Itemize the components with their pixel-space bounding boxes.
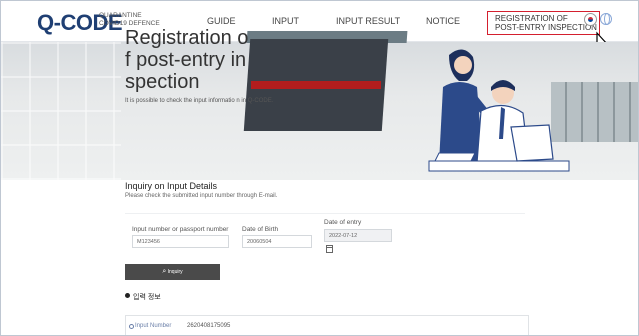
result-label: Input Number bbox=[135, 323, 172, 329]
inquiry-title: Inquiry on Input Details bbox=[125, 181, 218, 191]
result-box bbox=[125, 315, 529, 335]
inquiry-button[interactable]: ⌕ Inquiry bbox=[125, 264, 220, 280]
nav-input[interactable]: INPUT bbox=[272, 16, 299, 26]
date-of-birth-field[interactable]: 20060504 bbox=[242, 235, 312, 248]
page-title-line2: f post-entry in bbox=[125, 49, 247, 71]
page-title: Registration o f post-entry in spection bbox=[125, 27, 275, 93]
input-number-label: Input number or passport number bbox=[132, 226, 229, 233]
hero-window-pattern bbox=[1, 42, 121, 180]
result-value: 2620408175095 bbox=[187, 323, 231, 329]
calendar-icon[interactable] bbox=[326, 245, 333, 253]
bullet-icon bbox=[125, 293, 130, 298]
input-number-field[interactable]: M123456 bbox=[132, 235, 229, 248]
browser-viewport: Q-CODE QUARANTINE COVID19 DEFENCE GUIDE … bbox=[0, 0, 639, 336]
input-info-heading: 입력 정보 bbox=[133, 294, 161, 301]
page-title-line3: spection bbox=[125, 71, 200, 93]
search-icon: ⌕ bbox=[162, 268, 167, 275]
logo-subtitle-line1: QUARANTINE bbox=[99, 12, 142, 19]
people-illustration bbox=[428, 49, 570, 172]
globe-language-icon[interactable] bbox=[600, 13, 612, 25]
date-of-entry-field[interactable]: 2022-07-12 bbox=[324, 229, 392, 242]
nav-notice[interactable]: NOTICE bbox=[426, 16, 460, 26]
nav-input-result[interactable]: INPUT RESULT bbox=[336, 16, 400, 26]
page-title-line1: Registration o bbox=[125, 27, 249, 49]
result-radio[interactable] bbox=[129, 324, 134, 329]
inquiry-button-label: Inquiry bbox=[167, 269, 183, 275]
date-of-entry-label: Date of entry bbox=[324, 219, 362, 226]
inquiry-description: Please check the submitted input number … bbox=[125, 193, 278, 199]
date-of-birth-label: Date of Birth bbox=[242, 226, 279, 233]
logo-subtitle: QUARANTINE COVID19 DEFENCE bbox=[99, 12, 160, 28]
nav-registration-line2: POST-ENTRY INSPECTION bbox=[495, 23, 597, 32]
korean-flag-icon[interactable] bbox=[584, 13, 597, 26]
nav-guide[interactable]: GUIDE bbox=[207, 16, 236, 26]
nav-registration-post-entry[interactable]: REGISTRATION OF POST-ENTRY INSPECTION bbox=[487, 11, 600, 35]
hero-description: It is possible to check the input inform… bbox=[125, 98, 274, 104]
nav-registration-line1: REGISTRATION OF bbox=[495, 14, 568, 23]
